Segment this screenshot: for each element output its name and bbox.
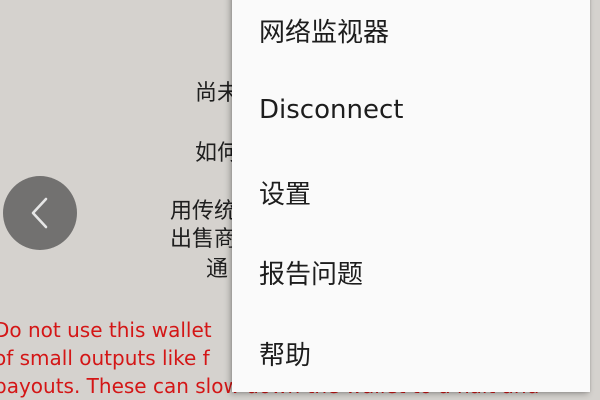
chevron-left-icon — [31, 197, 48, 229]
menu-item-network-monitor[interactable]: 网络监视器 — [232, 0, 590, 70]
menu-item-settings[interactable]: 设置 — [232, 152, 590, 232]
overflow-menu: 网络监视器 Disconnect 设置 报告问题 帮助 — [232, 0, 590, 392]
menu-item-help[interactable]: 帮助 — [232, 313, 590, 393]
background-text-line: 用传统 — [170, 199, 237, 224]
menu-item-disconnect[interactable]: Disconnect — [232, 70, 590, 150]
back-button[interactable] — [3, 176, 77, 250]
background-text-line: 出售商 — [170, 227, 237, 252]
background-text-line: 通 — [206, 257, 229, 282]
menu-item-report-issue[interactable]: 报告问题 — [232, 232, 590, 312]
